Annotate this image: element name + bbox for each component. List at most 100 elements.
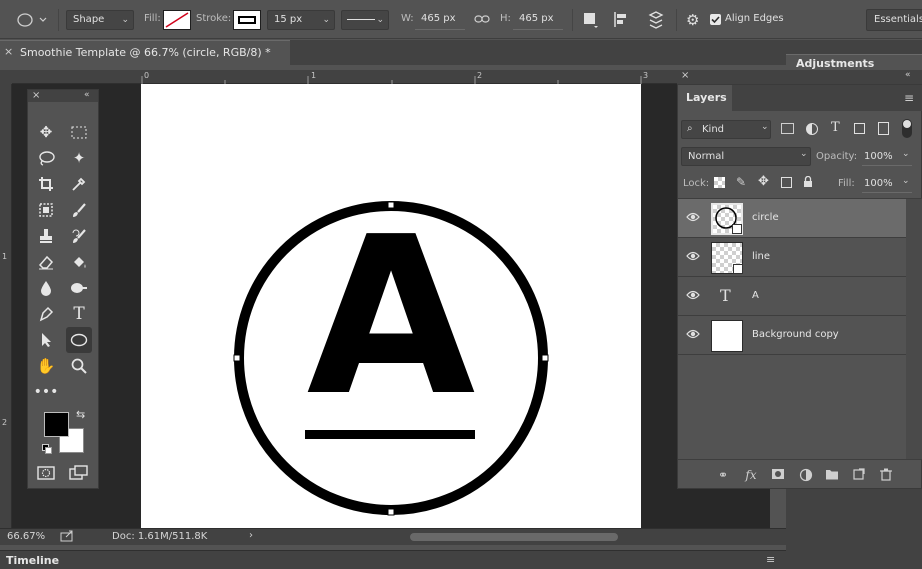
- stroke-type-select[interactable]: ⌄: [341, 10, 389, 30]
- zoom-tool-icon[interactable]: [66, 353, 92, 379]
- brush-tool-icon[interactable]: [66, 197, 92, 223]
- lock-artboard-icon[interactable]: [781, 177, 792, 188]
- quick-mask-icon[interactable]: [33, 460, 59, 486]
- fill-label: Fill:: [838, 178, 855, 189]
- document-canvas[interactable]: A: [141, 84, 641, 528]
- layers-scrollbar-track[interactable]: [906, 199, 922, 459]
- dodge-tool-icon[interactable]: [66, 275, 92, 301]
- height-value: 465 px: [519, 13, 554, 24]
- trash-icon[interactable]: [879, 468, 893, 482]
- layer-thumbnail: [711, 203, 743, 235]
- collapse-icon[interactable]: «: [84, 90, 90, 100]
- gear-icon[interactable]: ⚙: [686, 12, 702, 28]
- lock-all-icon[interactable]: [803, 175, 813, 188]
- path-selection-icon[interactable]: [33, 327, 59, 353]
- fx-icon[interactable]: fx: [744, 468, 758, 482]
- workspace-switcher[interactable]: Essentials: [866, 9, 922, 31]
- marquee-tool-icon[interactable]: [66, 119, 92, 145]
- eraser-icon[interactable]: [33, 249, 59, 275]
- height-field[interactable]: 465 px: [513, 10, 563, 30]
- eye-icon[interactable]: [686, 327, 700, 341]
- document-tab[interactable]: × Smoothie Template @ 66.7% (circle, RGB…: [0, 40, 290, 65]
- lock-transparent-icon[interactable]: [714, 177, 725, 188]
- close-icon[interactable]: ×: [4, 45, 13, 58]
- opacity-field[interactable]: 100% ⌄: [862, 147, 912, 166]
- healing-brush-icon[interactable]: [33, 197, 59, 223]
- eye-icon[interactable]: [686, 249, 700, 263]
- timeline-title[interactable]: Timeline: [6, 554, 59, 567]
- adjustment-layer-icon[interactable]: [799, 468, 813, 482]
- doc-size-info[interactable]: Doc: 1.61M/511.8K: [112, 531, 207, 542]
- collapse-icon[interactable]: «: [905, 70, 911, 80]
- folder-icon[interactable]: [825, 468, 839, 482]
- align-edges-checkbox[interactable]: [710, 14, 721, 25]
- layer-row-a[interactable]: T A: [678, 277, 906, 316]
- eyedropper-icon[interactable]: [66, 171, 92, 197]
- path-arrangement-icon[interactable]: [646, 10, 666, 30]
- default-colors-icon[interactable]: [42, 444, 52, 454]
- export-icon[interactable]: [60, 530, 74, 542]
- layer-row-background-copy[interactable]: Background copy: [678, 316, 906, 355]
- paint-bucket-icon[interactable]: [66, 249, 92, 275]
- blend-mode-select[interactable]: Normal ⌄: [681, 147, 811, 166]
- filter-pixel-icon[interactable]: [781, 123, 794, 134]
- blur-tool-icon[interactable]: [33, 275, 59, 301]
- layer-row-circle[interactable]: circle: [678, 199, 906, 238]
- close-icon[interactable]: ×: [32, 90, 40, 101]
- magic-wand-icon[interactable]: ✦: [66, 145, 92, 171]
- divider: [58, 9, 59, 31]
- close-icon[interactable]: ×: [681, 70, 689, 81]
- link-layers-icon[interactable]: ⚭: [716, 468, 730, 482]
- path-alignment-icon[interactable]: [613, 11, 631, 29]
- hand-tool-icon[interactable]: ✋: [33, 353, 59, 379]
- panel-menu-icon[interactable]: ≡: [766, 553, 775, 566]
- shape-mode-select[interactable]: Shape ⌄: [66, 10, 134, 30]
- layer-row-line[interactable]: line: [678, 238, 906, 277]
- layer-name: A: [752, 290, 759, 301]
- stroke-swatch-button[interactable]: [233, 10, 261, 30]
- chevron-down-icon: ⌄: [800, 149, 808, 159]
- layer-name: Background copy: [752, 329, 839, 340]
- filter-adjustment-icon[interactable]: [806, 123, 818, 135]
- fill-swatch-button[interactable]: [163, 10, 191, 30]
- filter-toggle[interactable]: [902, 119, 912, 138]
- zoom-level[interactable]: 66.67%: [7, 531, 45, 542]
- move-tool-icon[interactable]: ✥: [33, 119, 59, 145]
- add-mask-icon[interactable]: [771, 468, 785, 482]
- opacity-value: 100%: [864, 151, 893, 162]
- stroke-width-field[interactable]: 15 px ⌄: [267, 10, 335, 30]
- filter-smart-object-icon[interactable]: [878, 122, 889, 135]
- type-tool-icon[interactable]: T: [66, 301, 92, 327]
- adjustments-tab[interactable]: Adjustments: [786, 54, 922, 71]
- crop-tool-icon[interactable]: [33, 171, 59, 197]
- ellipse-tool-icon[interactable]: [66, 327, 92, 353]
- pen-tool-icon[interactable]: [33, 301, 59, 327]
- new-layer-icon[interactable]: [852, 468, 866, 482]
- ellipse-tool-preset-icon[interactable]: [14, 11, 50, 29]
- history-brush-icon[interactable]: [66, 223, 92, 249]
- panel-menu-icon[interactable]: ≡: [904, 91, 914, 105]
- more-tools-icon[interactable]: •••: [33, 379, 59, 405]
- chevron-right-icon[interactable]: ›: [249, 530, 253, 541]
- clone-stamp-icon[interactable]: [33, 223, 59, 249]
- swap-colors-icon[interactable]: ⇆: [76, 408, 85, 421]
- lock-position-icon[interactable]: ✥: [758, 174, 769, 189]
- width-field[interactable]: 465 px: [415, 10, 465, 30]
- eye-icon[interactable]: [686, 210, 700, 224]
- path-operations-icon[interactable]: [583, 12, 599, 28]
- link-icon[interactable]: [474, 13, 490, 25]
- screen-mode-icon[interactable]: [66, 460, 92, 486]
- tools-panel-header[interactable]: × «: [28, 90, 98, 102]
- layers-tab[interactable]: Layers: [678, 85, 732, 111]
- foreground-color-swatch[interactable]: [44, 412, 69, 437]
- chevron-down-icon: ⌄: [902, 176, 910, 186]
- lock-pixels-icon[interactable]: ✎: [736, 175, 746, 189]
- filter-shape-icon[interactable]: [854, 123, 865, 134]
- filter-type-icon[interactable]: T: [831, 120, 840, 135]
- horizontal-scrollbar[interactable]: [410, 533, 618, 541]
- eye-icon[interactable]: [686, 288, 700, 302]
- text-layer-a[interactable]: A: [296, 209, 486, 427]
- lasso-tool-icon[interactable]: [33, 145, 59, 171]
- layer-filter-select[interactable]: ⌕ Kind ⌄: [681, 120, 771, 139]
- fill-field[interactable]: 100% ⌄: [862, 174, 912, 193]
